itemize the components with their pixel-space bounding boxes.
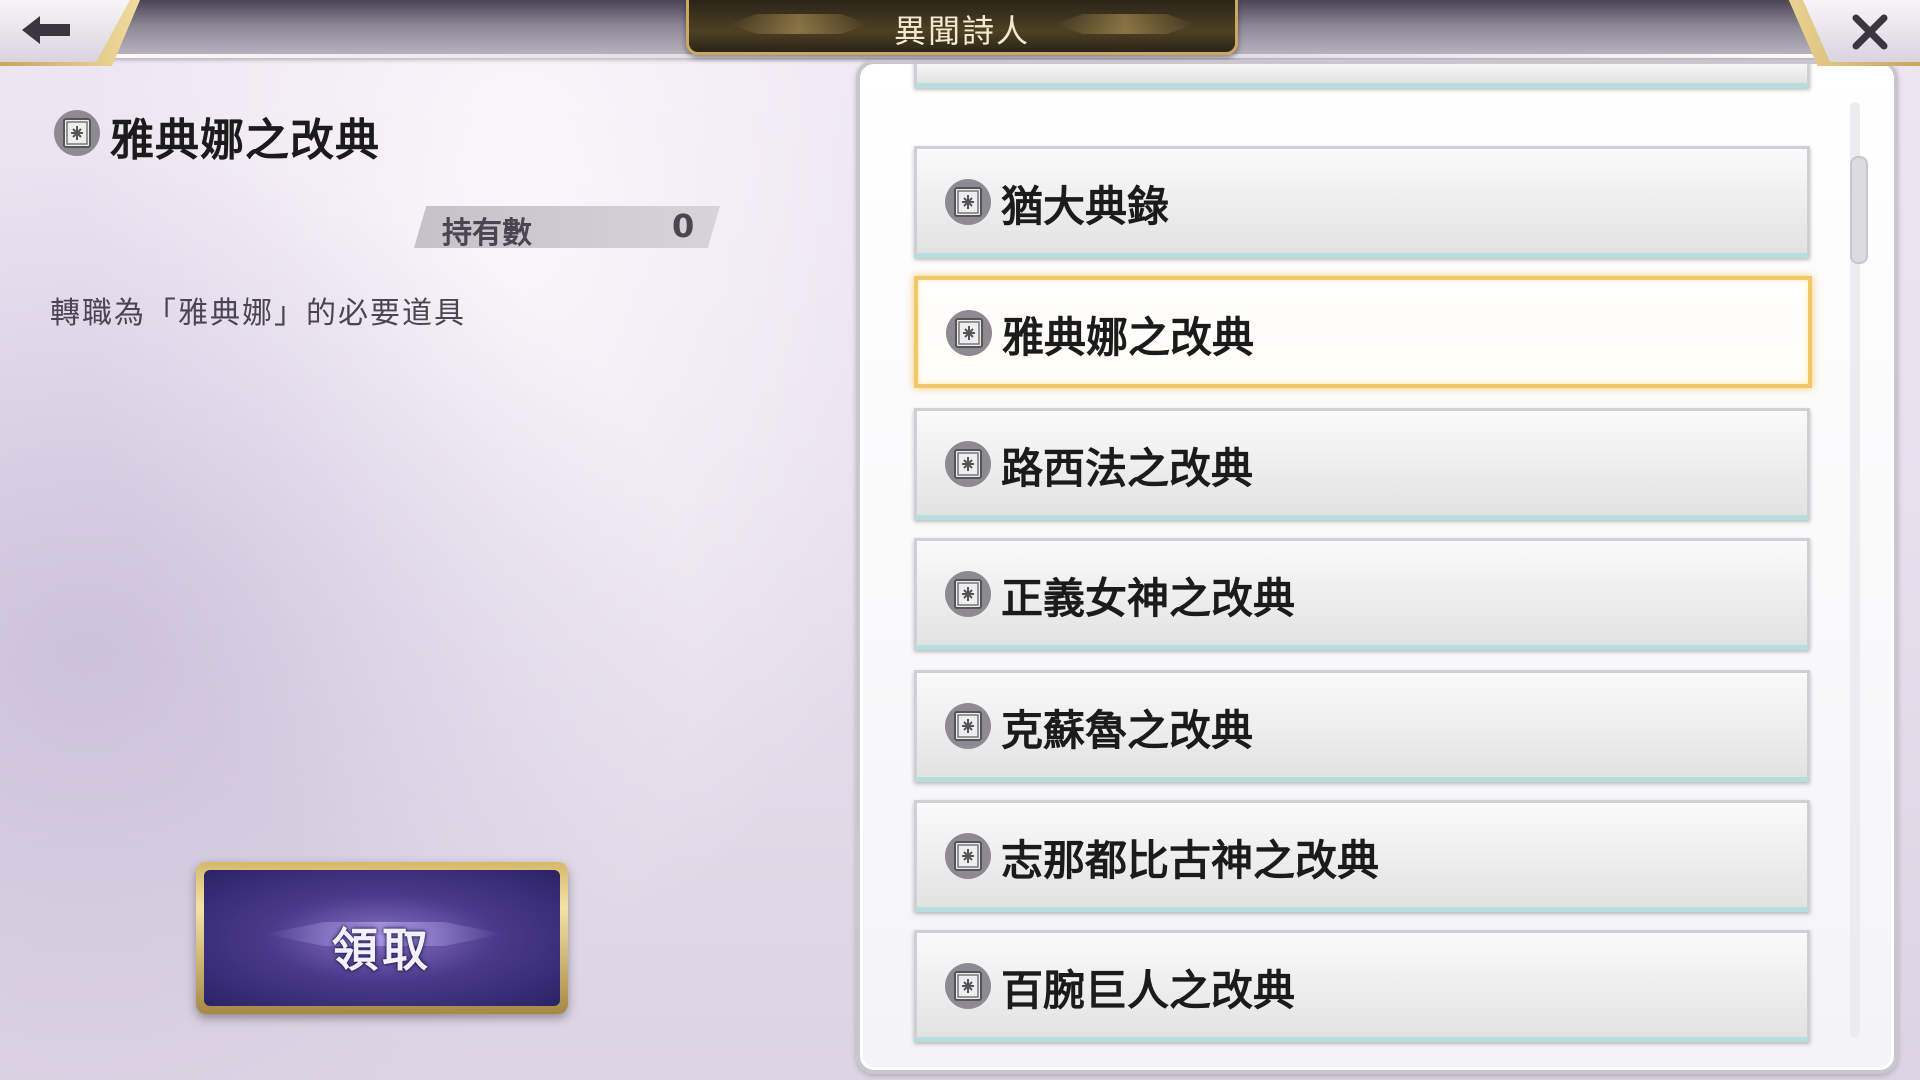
- book-icon: [945, 833, 991, 879]
- list-item-selected[interactable]: 雅典娜之改典: [914, 276, 1812, 388]
- book-icon: [946, 310, 992, 356]
- item-description: 轉職為「雅典娜」的必要道具: [50, 296, 466, 331]
- book-icon: [945, 703, 991, 749]
- scrollbar-thumb[interactable]: [1850, 156, 1868, 264]
- list-item-partial[interactable]: [914, 64, 1810, 88]
- arrow-left-icon[interactable]: [18, 12, 74, 48]
- list-item-label: 志那都比古神之改典: [1001, 836, 1380, 885]
- book-icon: [945, 179, 991, 225]
- list-item-label: 正義女神之改典: [1001, 574, 1296, 623]
- list-item-label: 猶大典錄: [1001, 182, 1170, 231]
- claim-button-label: 領取: [332, 923, 432, 977]
- list-item[interactable]: 志那都比古神之改典: [914, 800, 1810, 912]
- book-icon: [945, 571, 991, 617]
- book-icon: [945, 963, 991, 1009]
- item-name: 雅典娜之改典: [110, 115, 380, 166]
- list-item[interactable]: 路西法之改典: [914, 408, 1810, 520]
- claim-button[interactable]: 領取: [196, 862, 568, 1014]
- close-icon[interactable]: [1850, 12, 1890, 52]
- claim-button-face: 領取: [204, 870, 560, 1006]
- list-item-label: 雅典娜之改典: [1002, 313, 1255, 362]
- owned-count-value: 0: [672, 207, 695, 245]
- list-item[interactable]: 猶大典錄: [914, 146, 1810, 258]
- book-icon: [54, 110, 100, 156]
- item-list-panel[interactable]: 猶大典錄 雅典娜之改典 路西法之改典 正義女神之改典 克蘇魯之改典 志那都比古神…: [856, 60, 1898, 1074]
- title-plate: 異聞詩人: [686, 0, 1238, 55]
- owned-count-label: 持有數: [442, 216, 532, 251]
- book-icon: [945, 441, 991, 487]
- list-item[interactable]: 克蘇魯之改典: [914, 670, 1810, 782]
- list-item-label: 路西法之改典: [1001, 444, 1254, 493]
- page-title: 異聞詩人: [893, 12, 1030, 50]
- list-item[interactable]: 正義女神之改典: [914, 538, 1810, 650]
- list-item-label: 克蘇魯之改典: [1001, 706, 1254, 755]
- list-item-label: 百腕巨人之改典: [1001, 966, 1296, 1015]
- list-item[interactable]: 百腕巨人之改典: [914, 930, 1810, 1042]
